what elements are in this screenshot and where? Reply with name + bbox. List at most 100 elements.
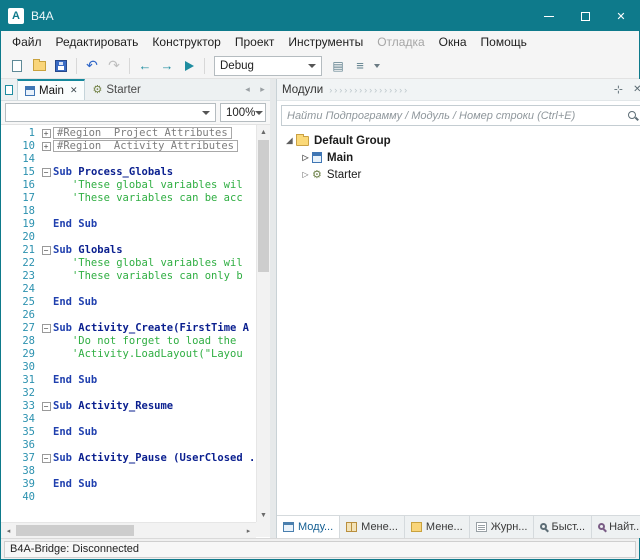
forward-button[interactable] — [157, 56, 177, 76]
code-line-19[interactable]: 19End Sub — [1, 218, 256, 231]
maximize-button[interactable] — [567, 1, 603, 31]
code-line-32[interactable]: 32 — [1, 387, 256, 400]
search-input[interactable] — [287, 110, 627, 122]
breakpoint-margin[interactable] — [1, 205, 13, 218]
menu-item-designer[interactable]: Конструктор — [145, 32, 227, 52]
collapse-arrow-icon[interactable]: ◢ — [283, 136, 296, 145]
scroll-down-icon[interactable]: ▼ — [257, 508, 270, 522]
code-line-36[interactable]: 36 — [1, 439, 256, 452]
breakpoint-margin[interactable] — [1, 296, 13, 309]
breakpoint-margin[interactable] — [1, 244, 13, 257]
collapsed-region[interactable]: #Region Activity Attributes — [53, 140, 238, 152]
code-line-33[interactable]: 33−Sub Activity_Resume — [1, 400, 256, 413]
code-line-17[interactable]: 17 'These variables can be acc — [1, 192, 256, 205]
code-line-22[interactable]: 22 'These global variables wil — [1, 257, 256, 270]
menu-item-edit[interactable]: Редактировать — [49, 32, 146, 52]
collapsed-region[interactable]: #Region Project Attributes — [53, 127, 232, 139]
menu-item-tools[interactable]: Инструменты — [281, 32, 370, 52]
scroll-left-icon[interactable]: ◂ — [1, 523, 16, 538]
code-line-30[interactable]: 30 — [1, 361, 256, 374]
breakpoint-margin[interactable] — [1, 348, 13, 361]
breakpoint-margin[interactable] — [1, 166, 13, 179]
collapse-fold-icon[interactable]: − — [42, 168, 51, 177]
editor-vertical-scrollbar[interactable]: ▲ ▼ — [256, 125, 270, 522]
breakpoint-margin[interactable] — [1, 127, 13, 140]
code-line-14[interactable]: 14 — [1, 153, 256, 166]
breakpoint-margin[interactable] — [1, 257, 13, 270]
code-line-15[interactable]: 15−Sub Process_Globals — [1, 166, 256, 179]
new-project-button[interactable] — [7, 56, 27, 76]
code-line-24[interactable]: 24 — [1, 283, 256, 296]
toolbar-overflow-icon[interactable] — [372, 56, 382, 76]
breakpoint-margin[interactable] — [1, 387, 13, 400]
code-line-25[interactable]: 25End Sub — [1, 296, 256, 309]
code-line-28[interactable]: 28 'Do not forget to load the — [1, 335, 256, 348]
compile-button[interactable] — [328, 56, 348, 76]
breakpoint-margin[interactable] — [1, 426, 13, 439]
files-panel-tab[interactable]: Мене... — [405, 516, 470, 538]
code-line-39[interactable]: 39End Sub — [1, 478, 256, 491]
editor-horizontal-scrollbar[interactable]: ◂ ▸ — [1, 522, 256, 538]
menu-item-windows[interactable]: Окна — [432, 32, 474, 52]
breakpoint-margin[interactable] — [1, 283, 13, 296]
breakpoint-margin[interactable] — [1, 140, 13, 153]
code-line-20[interactable]: 20 — [1, 231, 256, 244]
breakpoint-margin[interactable] — [1, 335, 13, 348]
tab-starter[interactable]: Starter — [85, 79, 147, 100]
code-line-16[interactable]: 16 'These global variables wil — [1, 179, 256, 192]
collapse-fold-icon[interactable]: − — [42, 246, 51, 255]
code-line-21[interactable]: 21−Sub Globals — [1, 244, 256, 257]
collapse-fold-icon[interactable]: − — [42, 402, 51, 411]
breakpoint-margin[interactable] — [1, 153, 13, 166]
code-line-38[interactable]: 38 — [1, 465, 256, 478]
minimize-button[interactable] — [531, 1, 567, 31]
code-editor[interactable]: 1+#Region Project Attributes10+#Region A… — [1, 125, 270, 522]
member-selector-combo[interactable] — [5, 103, 216, 122]
breakpoint-margin[interactable] — [1, 361, 13, 374]
breakpoint-margin[interactable] — [1, 231, 13, 244]
menu-item-project[interactable]: Проект — [228, 32, 282, 52]
code-line-34[interactable]: 34 — [1, 413, 256, 426]
menu-item-help[interactable]: Помощь — [474, 32, 534, 52]
breakpoint-margin[interactable] — [1, 413, 13, 426]
menu-item-debug[interactable]: Отладка — [370, 32, 431, 52]
breakpoint-margin[interactable] — [1, 192, 13, 205]
tools-menu-button[interactable] — [350, 56, 370, 76]
scroll-tabs-right-icon[interactable]: ▸ — [255, 79, 270, 100]
search-icon[interactable] — [627, 110, 639, 122]
breakpoint-margin[interactable] — [1, 322, 13, 335]
modules-panel-tab[interactable]: Моду... — [277, 516, 340, 538]
scroll-tabs-left-icon[interactable]: ◂ — [240, 79, 255, 100]
vertical-scroll-thumb[interactable] — [258, 140, 269, 272]
code-line-1[interactable]: 1+#Region Project Attributes — [1, 127, 256, 140]
search-panel-tab[interactable]: Быст... — [534, 516, 592, 538]
breakpoint-margin[interactable] — [1, 465, 13, 478]
horizontal-scroll-thumb[interactable] — [16, 525, 134, 536]
code-line-26[interactable]: 26 — [1, 309, 256, 322]
collapse-fold-icon[interactable]: − — [42, 324, 51, 333]
code-line-37[interactable]: 37−Sub Activity_Pause (UserClosed . — [1, 452, 256, 465]
tree-item-main[interactable]: ▷Main — [277, 149, 640, 166]
code-line-10[interactable]: 10+#Region Activity Attributes — [1, 140, 256, 153]
code-line-27[interactable]: 27−Sub Activity_Create(FirstTime A — [1, 322, 256, 335]
expand-arrow-icon[interactable]: ▷ — [299, 170, 312, 179]
breakpoint-margin[interactable] — [1, 478, 13, 491]
zoom-combo[interactable]: 100% — [220, 103, 266, 122]
open-project-button[interactable] — [29, 56, 49, 76]
breakpoint-margin[interactable] — [1, 218, 13, 231]
expand-arrow-icon[interactable]: ▷ — [299, 153, 312, 162]
libraries-panel-tab[interactable]: Мене... — [340, 516, 405, 538]
close-button[interactable]: ✕ — [603, 1, 639, 31]
breakpoint-margin[interactable] — [1, 400, 13, 413]
build-configuration-combo[interactable]: Debug — [214, 56, 322, 76]
redo-button[interactable] — [104, 56, 124, 76]
find-panel-tab[interactable]: Найт... — [592, 516, 640, 538]
breakpoint-margin[interactable] — [1, 374, 13, 387]
log-panel-tab[interactable]: Журн... — [470, 516, 535, 538]
tab-main[interactable]: Main✕ — [17, 79, 85, 100]
panel-close-icon[interactable]: ✕ — [630, 84, 640, 95]
expand-fold-icon[interactable]: + — [42, 142, 51, 151]
scroll-up-icon[interactable]: ▲ — [257, 125, 270, 139]
breakpoint-margin[interactable] — [1, 179, 13, 192]
code-line-35[interactable]: 35End Sub — [1, 426, 256, 439]
